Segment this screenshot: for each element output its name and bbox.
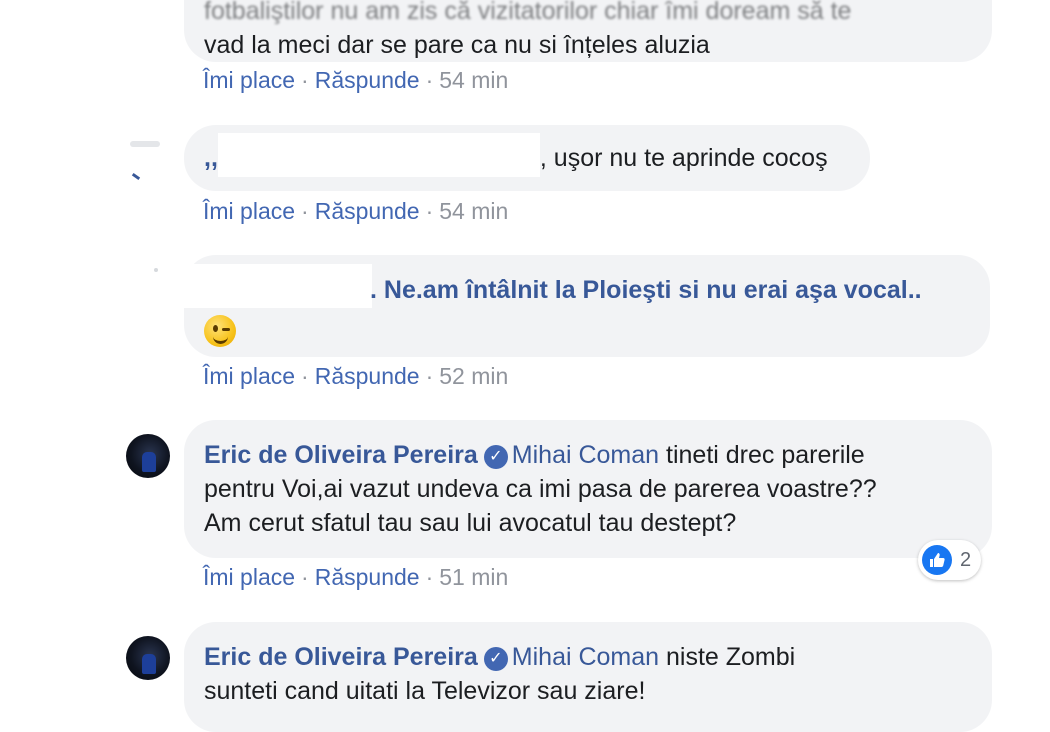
like-link[interactable]: Îmi place (203, 564, 295, 590)
separator: · (301, 363, 309, 389)
comment-actions: Îmi place · Răspunde · 54 min (203, 196, 508, 226)
comment-bubble: fotbaliştilor nu am zis că vizitatorilor… (184, 0, 992, 62)
separator: · (425, 363, 434, 389)
comment-text-line1: niste Zombi (659, 643, 796, 671)
verified-badge-icon: ✓ (483, 647, 508, 671)
redacted-author (184, 264, 372, 309)
comment-actions: Îmi place · Răspunde · 52 min (203, 361, 508, 391)
comment-text: , uşor nu te aprinde cocoş (539, 144, 828, 172)
separator: · (301, 564, 309, 590)
comment-text-line1: fotbaliştilor nu am zis că vizitatorilor… (204, 0, 852, 24)
comment-text-line2: pentru Voi,ai vazut undeva ca imi pasa d… (204, 475, 877, 503)
comment-actions: Îmi place · Răspunde · 54 min (203, 65, 508, 95)
comment-bubble: ,, , uşor nu te aprinde cocoş (184, 125, 870, 191)
comment-timestamp[interactable]: 51 min (439, 564, 508, 590)
wink-emoji (204, 314, 236, 347)
comment-timestamp[interactable]: 54 min (439, 67, 508, 93)
comment-author[interactable]: Eric de Oliveira Pereira (204, 441, 478, 469)
separator: · (425, 198, 434, 224)
comment-timestamp[interactable]: 54 min (439, 198, 508, 224)
comment-timestamp[interactable]: 52 min (439, 363, 508, 389)
separator: · (425, 564, 434, 590)
reaction-summary[interactable]: 2 (918, 540, 982, 580)
mention-link[interactable]: Mihai Coman (512, 441, 659, 469)
comment-text-line3: Am cerut sfatul tau sau lui avocatul tau… (204, 509, 737, 537)
redacted-author-prefix: ,, (204, 144, 218, 172)
comment-author[interactable]: Eric de Oliveira Pereira (204, 643, 478, 671)
like-link[interactable]: Îmi place (203, 67, 295, 93)
like-link[interactable]: Îmi place (203, 198, 295, 224)
reply-link[interactable]: Răspunde (315, 363, 420, 389)
comment-text-line2: vad la meci dar se pare ca nu si înțeles… (204, 31, 710, 59)
comment-text-line2: sunteti cand uitati la Televizor sau zia… (204, 677, 646, 705)
like-icon (922, 545, 952, 575)
comment-bubble: . Ne.am întâlnit la Ploieşti si nu erai … (184, 255, 990, 357)
avatar[interactable] (126, 636, 170, 680)
comment-text-line1: tineti drec parerile (659, 441, 865, 469)
reply-link[interactable]: Răspunde (315, 564, 420, 590)
redacted-author (217, 133, 540, 178)
avatar[interactable] (126, 434, 170, 478)
reply-link[interactable]: Răspunde (315, 67, 420, 93)
like-link[interactable]: Îmi place (203, 363, 295, 389)
separator: · (301, 67, 309, 93)
separator: · (425, 67, 434, 93)
reaction-count: 2 (960, 548, 972, 571)
comment-actions: Îmi place · Răspunde · 51 min (203, 562, 508, 592)
mention-link[interactable]: Mihai Coman (512, 643, 659, 671)
comment-bubble: Eric de Oliveira Pereira ✓ Mihai Coman nis… (184, 622, 992, 732)
separator: · (301, 198, 309, 224)
comment-bubble: Eric de Oliveira Pereira ✓ Mihai Coman tin… (184, 420, 992, 558)
avatar[interactable] (126, 137, 170, 181)
comment-text: . Ne.am întâlnit la Ploieşti si nu erai … (370, 276, 922, 304)
reply-link[interactable]: Răspunde (315, 198, 420, 224)
avatar[interactable] (126, 262, 170, 306)
verified-badge-icon: ✓ (483, 445, 508, 469)
